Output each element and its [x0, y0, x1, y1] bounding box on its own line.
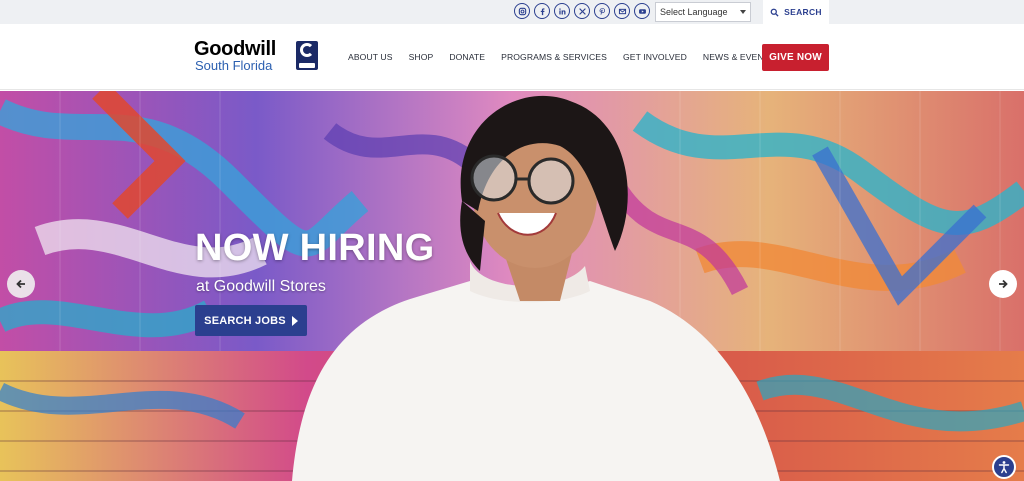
- search-button[interactable]: SEARCH: [763, 0, 829, 24]
- search-jobs-button[interactable]: SEARCH JOBS: [195, 305, 307, 336]
- facebook-icon[interactable]: [534, 3, 550, 19]
- main-nav: ABOUT US SHOP DONATE PROGRAMS & SERVICES…: [348, 52, 775, 62]
- search-label: SEARCH: [784, 7, 822, 17]
- pinterest-icon[interactable]: [594, 3, 610, 19]
- youtube-icon[interactable]: [634, 3, 650, 19]
- goodwill-g-icon: [296, 41, 318, 70]
- hero-subtitle: at Goodwill Stores: [196, 278, 326, 295]
- hero-carousel: NOW HIRING at Goodwill Stores SEARCH JOB…: [0, 91, 1024, 481]
- accessibility-button[interactable]: [992, 455, 1016, 479]
- accessibility-icon: [998, 461, 1010, 474]
- language-select[interactable]: Select Language: [655, 2, 751, 22]
- utility-bar: Select Language SEARCH: [0, 0, 1024, 24]
- logo-region: South Florida: [195, 58, 273, 73]
- nav-item-shop[interactable]: SHOP: [409, 52, 434, 62]
- arrow-right-icon: [999, 279, 1008, 289]
- carousel-prev-button[interactable]: [7, 270, 35, 298]
- search-icon: [770, 8, 779, 17]
- language-select-value: Select Language: [660, 7, 728, 17]
- site-header: Goodwill South Florida ABOUT US SHOP DON…: [0, 24, 1024, 90]
- logo[interactable]: Goodwill South Florida: [194, 38, 320, 74]
- nav-item-programs-services[interactable]: PROGRAMS & SERVICES: [501, 52, 607, 62]
- play-arrow-icon: [291, 315, 298, 326]
- x-icon[interactable]: [574, 3, 590, 19]
- nav-item-donate[interactable]: DONATE: [449, 52, 485, 62]
- carousel-next-button[interactable]: [989, 270, 1017, 298]
- nav-item-about-us[interactable]: ABOUT US: [348, 52, 393, 62]
- social-links: [514, 3, 650, 19]
- search-jobs-label: SEARCH JOBS: [204, 314, 286, 327]
- linkedin-icon[interactable]: [554, 3, 570, 19]
- chevron-down-icon: [740, 10, 746, 14]
- nav-item-get-involved[interactable]: GET INVOLVED: [623, 52, 687, 62]
- instagram-icon[interactable]: [514, 3, 530, 19]
- give-now-button[interactable]: GIVE NOW: [762, 44, 829, 71]
- arrow-left-icon: [16, 279, 25, 289]
- hero-title: NOW HIRING: [195, 227, 435, 269]
- email-icon[interactable]: [614, 3, 630, 19]
- hero-image: [0, 91, 1024, 481]
